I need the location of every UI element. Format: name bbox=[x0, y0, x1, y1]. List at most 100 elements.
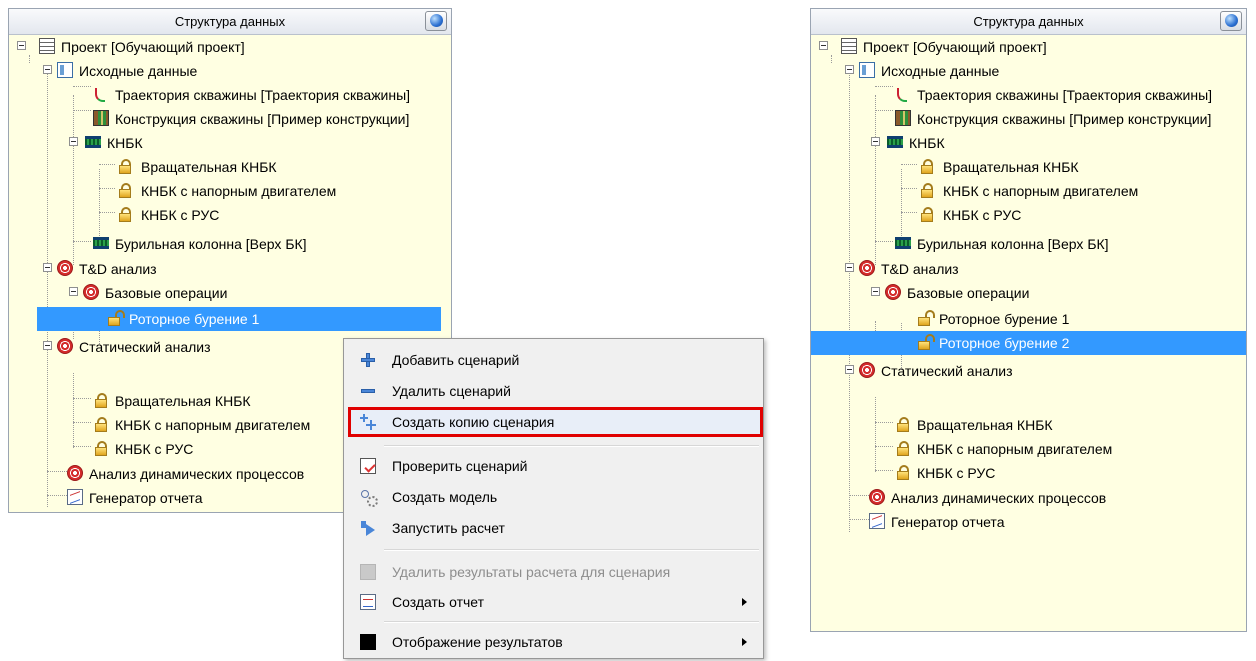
tree-item-label: Генератор отчета bbox=[89, 490, 203, 506]
source-data-icon bbox=[57, 62, 73, 78]
target-icon bbox=[859, 362, 875, 378]
tree-item-rss-bha[interactable]: КНБК с РУС bbox=[811, 203, 1246, 227]
report-icon bbox=[67, 489, 83, 505]
collapse-toggle[interactable] bbox=[845, 263, 854, 272]
tree-item-rotary-bha[interactable]: Вращательная КНБК bbox=[9, 155, 451, 179]
menu-item-create-model[interactable]: Создать модель bbox=[346, 484, 761, 510]
tree-item-td-analysis[interactable]: T&D анализ bbox=[811, 257, 1246, 281]
tree-item-source-data[interactable]: Исходные данные bbox=[9, 59, 451, 83]
construction-icon bbox=[895, 110, 911, 126]
tree-item-rotary-drilling-2[interactable]: Роторное бурение 2 bbox=[811, 331, 1246, 355]
tree-item-rotary-bha[interactable]: Вращательная КНБК bbox=[811, 413, 1246, 437]
delete-results-icon bbox=[360, 564, 376, 580]
menu-item-copy-scenario[interactable]: Создать копию сценария bbox=[346, 407, 763, 437]
menu-item-label: Создать модель bbox=[392, 489, 498, 505]
tree-item-motor-bha[interactable]: КНБК с напорным двигателем bbox=[811, 179, 1246, 203]
target-icon bbox=[859, 260, 875, 276]
menu-item-add-scenario[interactable]: Добавить сценарий bbox=[346, 347, 761, 373]
collapse-toggle[interactable] bbox=[845, 365, 854, 374]
lock-icon bbox=[117, 182, 133, 198]
panel-title: Структура данных bbox=[973, 14, 1084, 29]
tree-item-label: Анализ динамических процессов bbox=[89, 466, 305, 482]
tree-item-project[interactable]: Проект [Обучающий проект] bbox=[9, 35, 451, 59]
tree-item-bha[interactable]: КНБК bbox=[811, 131, 1246, 155]
lock-icon bbox=[117, 206, 133, 222]
tree-item-trajectory[interactable]: Траектория скважины [Траектория скважины… bbox=[9, 83, 451, 107]
tree-item-drill-string[interactable]: Бурильная колонна [Верх БК] bbox=[9, 232, 451, 256]
collapse-toggle[interactable] bbox=[43, 341, 52, 350]
tree-item-dynamic-analysis[interactable]: Анализ динамических процессов bbox=[811, 486, 1246, 510]
menu-item-label: Отображение результатов bbox=[392, 634, 563, 650]
collapse-toggle[interactable] bbox=[819, 41, 828, 50]
tree-item-td-analysis[interactable]: T&D анализ bbox=[9, 257, 451, 281]
panel-options-button[interactable] bbox=[425, 11, 447, 31]
tree-item-rss-bha[interactable]: КНБК с РУС bbox=[811, 461, 1246, 485]
collapse-toggle[interactable] bbox=[43, 263, 52, 272]
bha-icon bbox=[887, 136, 903, 148]
collapse-toggle[interactable] bbox=[69, 287, 78, 296]
tree-item-label: КНБК bbox=[909, 135, 945, 151]
menu-item-label: Создать копию сценария bbox=[392, 414, 555, 430]
menu-item-delete-results: Удалить результаты расчета для сценария bbox=[346, 559, 761, 585]
lock-icon bbox=[93, 440, 109, 456]
tree-item-rotary-drilling-1[interactable]: Роторное бурение 1 bbox=[811, 307, 1246, 331]
menu-item-create-report[interactable]: Создать отчет bbox=[346, 589, 761, 615]
menu-item-label: Добавить сценарий bbox=[392, 352, 520, 368]
tree-item-rss-bha[interactable]: КНБК с РУС bbox=[9, 203, 451, 227]
tree-item-source-data[interactable]: Исходные данные bbox=[811, 59, 1246, 83]
tree-item-label: КНБК с РУС bbox=[115, 441, 194, 457]
model-icon bbox=[360, 489, 378, 507]
lock-icon bbox=[93, 416, 109, 432]
tree-item-label: Базовые операции bbox=[105, 285, 228, 301]
submenu-arrow-icon bbox=[742, 598, 747, 606]
context-menu: Добавить сценарий Удалить сценарий Созда… bbox=[343, 338, 764, 659]
lock-icon bbox=[919, 206, 935, 222]
tree-item-construction[interactable]: Конструкция скважины [Пример конструкции… bbox=[9, 107, 451, 131]
tree-item-base-operations[interactable]: Базовые операции bbox=[811, 281, 1246, 305]
tree-item-motor-bha[interactable]: КНБК с напорным двигателем bbox=[811, 437, 1246, 461]
lock-icon bbox=[895, 416, 911, 432]
menu-item-run-calculation[interactable]: Запустить расчет bbox=[346, 515, 761, 541]
tree-item-bha[interactable]: КНБК bbox=[9, 131, 451, 155]
project-icon bbox=[39, 38, 55, 54]
tree-item-base-operations[interactable]: Базовые операции bbox=[9, 281, 451, 305]
tree-item-motor-bha[interactable]: КНБК с напорным двигателем bbox=[9, 179, 451, 203]
menu-item-check-scenario[interactable]: Проверить сценарий bbox=[346, 453, 761, 479]
drill-string-icon bbox=[895, 237, 911, 249]
collapse-toggle[interactable] bbox=[17, 41, 26, 50]
collapse-toggle[interactable] bbox=[845, 65, 854, 74]
tree-item-drill-string[interactable]: Бурильная колонна [Верх БК] bbox=[811, 232, 1246, 256]
tree-item-label: Статический анализ bbox=[79, 339, 211, 355]
lock-icon bbox=[93, 392, 109, 408]
remove-icon bbox=[360, 383, 376, 399]
collapse-toggle[interactable] bbox=[43, 65, 52, 74]
lock-icon bbox=[895, 440, 911, 456]
panel-header: Структура данных bbox=[811, 9, 1246, 35]
collapse-toggle[interactable] bbox=[871, 137, 880, 146]
panel-options-button[interactable] bbox=[1220, 11, 1242, 31]
menu-item-remove-scenario[interactable]: Удалить сценарий bbox=[346, 378, 761, 404]
menu-item-show-results[interactable]: Отображение результатов bbox=[346, 629, 761, 655]
tree-item-label: Траектория скважины [Траектория скважины… bbox=[917, 87, 1213, 103]
tree-item-construction[interactable]: Конструкция скважины [Пример конструкции… bbox=[811, 107, 1246, 131]
lock-icon bbox=[919, 182, 935, 198]
tree-item-rotary-bha[interactable]: Вращательная КНБК bbox=[811, 155, 1246, 179]
tree-item-static-analysis[interactable]: Статический анализ bbox=[811, 359, 1246, 383]
menu-item-label: Запустить расчет bbox=[392, 520, 505, 536]
collapse-toggle[interactable] bbox=[871, 287, 880, 296]
tree-item-trajectory[interactable]: Траектория скважины [Траектория скважины… bbox=[811, 83, 1246, 107]
unlock-icon bbox=[917, 334, 935, 350]
lock-icon bbox=[117, 158, 133, 174]
panel-header: Структура данных bbox=[9, 9, 451, 35]
tree-item-label: Роторное бурение 1 bbox=[939, 311, 1070, 327]
tree-item-label: Бурильная колонна [Верх БК] bbox=[917, 236, 1109, 252]
tree-item-project[interactable]: Проект [Обучающий проект] bbox=[811, 35, 1246, 59]
target-icon bbox=[57, 260, 73, 276]
tree-item-report-generator[interactable]: Генератор отчета bbox=[811, 510, 1246, 534]
tree-item-rotary-drilling-1[interactable]: Роторное бурение 1 bbox=[37, 307, 441, 331]
tree-item-label: Траектория скважины [Траектория скважины… bbox=[115, 87, 411, 103]
tree-item-label: Проект [Обучающий проект] bbox=[61, 39, 245, 55]
tree-item-label: Роторное бурение 2 bbox=[939, 335, 1070, 351]
lock-icon bbox=[919, 158, 935, 174]
collapse-toggle[interactable] bbox=[69, 137, 78, 146]
